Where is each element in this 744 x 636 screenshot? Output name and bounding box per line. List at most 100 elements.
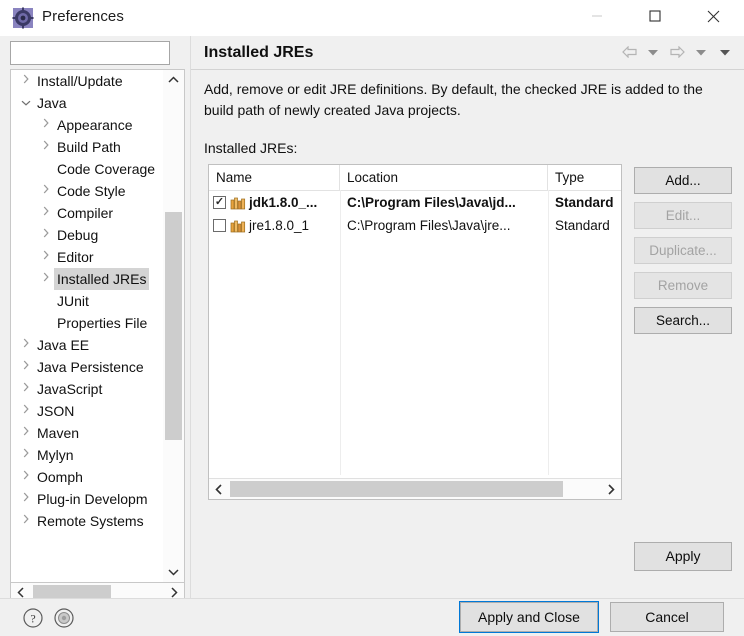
sidebar-item-json[interactable]: JSON [11, 400, 171, 422]
sidebar-item-editor[interactable]: Editor [11, 246, 171, 268]
remove-button[interactable]: Remove [634, 272, 732, 299]
sidebar-item-java[interactable]: Java [11, 92, 171, 114]
forward-dropdown-icon[interactable] [690, 41, 712, 63]
chevron-right-icon[interactable] [19, 422, 33, 444]
dialog-footer: ? Apply and Close Cancel [0, 598, 744, 636]
sidebar-item-remote-systems[interactable]: Remote Systems [11, 510, 171, 532]
sidebar-item-build-path[interactable]: Build Path [11, 136, 171, 158]
chevron-right-icon[interactable] [39, 136, 53, 158]
table-row[interactable]: jre1.8.0_1 C:\Program Files\Java\jre... St… [209, 214, 621, 237]
sidebar-item-maven[interactable]: Maven [11, 422, 171, 444]
chevron-down-icon[interactable] [163, 562, 184, 582]
cell-type: Standard [555, 195, 614, 210]
tree-vertical-scroll-thumb[interactable] [165, 212, 182, 440]
chevron-right-icon[interactable] [39, 202, 53, 224]
filter-input[interactable] [10, 41, 170, 65]
add-button[interactable]: Add... [634, 167, 732, 194]
table-row[interactable]: ✓ jdk1.8.0_... C:\Program Files\Java\jd...… [209, 191, 621, 214]
sidebar-item-label: Mylyn [37, 447, 74, 463]
sidebar-item-install-update[interactable]: Install/Update [11, 70, 171, 92]
cell-location: C:\Program Files\Java\jre... [347, 218, 511, 233]
chevron-right-icon[interactable] [19, 510, 33, 532]
sidebar-item-plug-in-developm[interactable]: Plug-in Developm [11, 488, 171, 510]
sidebar-item-label: JUnit [57, 293, 89, 309]
chevron-right-icon[interactable] [19, 378, 33, 400]
apply-button[interactable]: Apply [634, 542, 732, 571]
forward-arrow-icon[interactable] [666, 41, 688, 63]
view-menu-icon[interactable] [714, 41, 736, 63]
chevron-right-icon[interactable] [19, 488, 33, 510]
sidebar-item-java-ee[interactable]: Java EE [11, 334, 171, 356]
chevron-right-icon[interactable] [39, 246, 53, 268]
search-button[interactable]: Search... [634, 307, 732, 334]
chevron-right-icon[interactable] [19, 466, 33, 488]
check-icon: ✓ [214, 196, 225, 208]
edit-button[interactable]: Edit... [634, 202, 732, 229]
tree-vertical-scrollbar[interactable] [163, 69, 185, 583]
page-header: Installed JREs [191, 36, 744, 69]
preferences-tree[interactable]: Install/Update Java Appearance Build Path Co… [10, 69, 185, 583]
sidebar-item-label: Install/Update [37, 73, 123, 89]
cell-name: jre1.8.0_1 [209, 214, 340, 237]
sidebar-item-java-persistence[interactable]: Java Persistence [11, 356, 171, 378]
chevron-right-icon[interactable] [19, 400, 33, 422]
chevron-right-icon[interactable] [19, 356, 33, 378]
sidebar-item-compiler[interactable]: Compiler [11, 202, 171, 224]
preferences-sidebar: Install/Update Java Appearance Build Path Co… [0, 36, 190, 603]
chevron-right-icon[interactable] [601, 479, 621, 499]
sidebar-item-label: Oomph [37, 469, 83, 485]
back-dropdown-icon[interactable] [642, 41, 664, 63]
sidebar-item-mylyn[interactable]: Mylyn [11, 444, 171, 466]
sidebar-item-label: Java EE [37, 337, 90, 353]
row-checkbox[interactable]: ✓ [213, 196, 226, 209]
chevron-right-icon[interactable] [19, 334, 33, 356]
chevron-left-icon[interactable] [209, 479, 229, 499]
sidebar-item-label: Compiler [57, 205, 114, 221]
sidebar-item-label: Installed JREs [54, 268, 150, 290]
chevron-right-icon[interactable] [39, 224, 53, 246]
close-button[interactable] [690, 0, 736, 32]
sidebar-item-installed-jres[interactable]: Installed JREs [11, 268, 171, 290]
chevron-down-icon[interactable] [19, 92, 33, 114]
duplicate-button[interactable]: Duplicate... [634, 237, 732, 264]
chevron-up-icon[interactable] [163, 70, 184, 90]
sidebar-item-appearance[interactable]: Appearance [11, 114, 171, 136]
row-checkbox[interactable] [213, 219, 226, 232]
sidebar-item-debug[interactable]: Debug [11, 224, 171, 246]
table-header-row: Name Location Type [209, 165, 621, 191]
page-nav-toolbar[interactable] [618, 41, 736, 63]
table-body: ✓ jdk1.8.0_... C:\Program Files\Java\jd...… [209, 191, 621, 237]
maximize-button[interactable] [632, 0, 678, 32]
column-header-location[interactable]: Location [340, 165, 548, 190]
oomph-globe-icon[interactable] [53, 607, 75, 629]
sidebar-item-javascript[interactable]: JavaScript [11, 378, 171, 400]
sidebar-item-label: Remote Systems [37, 513, 144, 529]
apply-and-close-button[interactable]: Apply and Close [460, 602, 598, 632]
column-header-type[interactable]: Type [548, 165, 621, 190]
sidebar-item-oomph[interactable]: Oomph [11, 466, 171, 488]
jre-name-text: jdk1.8.0_... [249, 195, 318, 210]
chevron-right-icon[interactable] [39, 180, 53, 202]
table-horizontal-scrollbar[interactable] [209, 478, 621, 499]
chevron-right-icon[interactable] [19, 70, 33, 92]
sidebar-item-code-style[interactable]: Code Style [11, 180, 171, 202]
sidebar-item-junit[interactable]: JUnit [11, 290, 171, 312]
column-header-name[interactable]: Name [209, 165, 340, 190]
sidebar-item-code-coverage[interactable]: Code Coverage [11, 158, 171, 180]
jre-library-icon [230, 196, 249, 210]
installed-jres-table[interactable]: Name Location Type ✓ jdk1.8.0_... C:\Progr… [208, 164, 622, 500]
preferences-content-pane: Installed JREs Add, remove or edit JRE d… [191, 36, 744, 598]
chevron-right-icon[interactable] [39, 268, 53, 290]
window-title-bar: Preferences [0, 0, 744, 36]
minimize-button[interactable] [574, 0, 620, 32]
sidebar-item-properties-file[interactable]: Properties File [11, 312, 171, 334]
jre-library-icon [230, 219, 249, 233]
cancel-button[interactable]: Cancel [610, 602, 724, 632]
chevron-right-icon[interactable] [39, 114, 53, 136]
chevron-right-icon[interactable] [19, 444, 33, 466]
table-horizontal-scroll-thumb[interactable] [230, 481, 563, 497]
back-arrow-icon[interactable] [618, 41, 640, 63]
help-question-icon[interactable]: ? [22, 607, 44, 629]
preferences-gear-icon [12, 7, 34, 29]
preferences-tree-list: Install/Update Java Appearance Build Path Co… [11, 70, 171, 532]
